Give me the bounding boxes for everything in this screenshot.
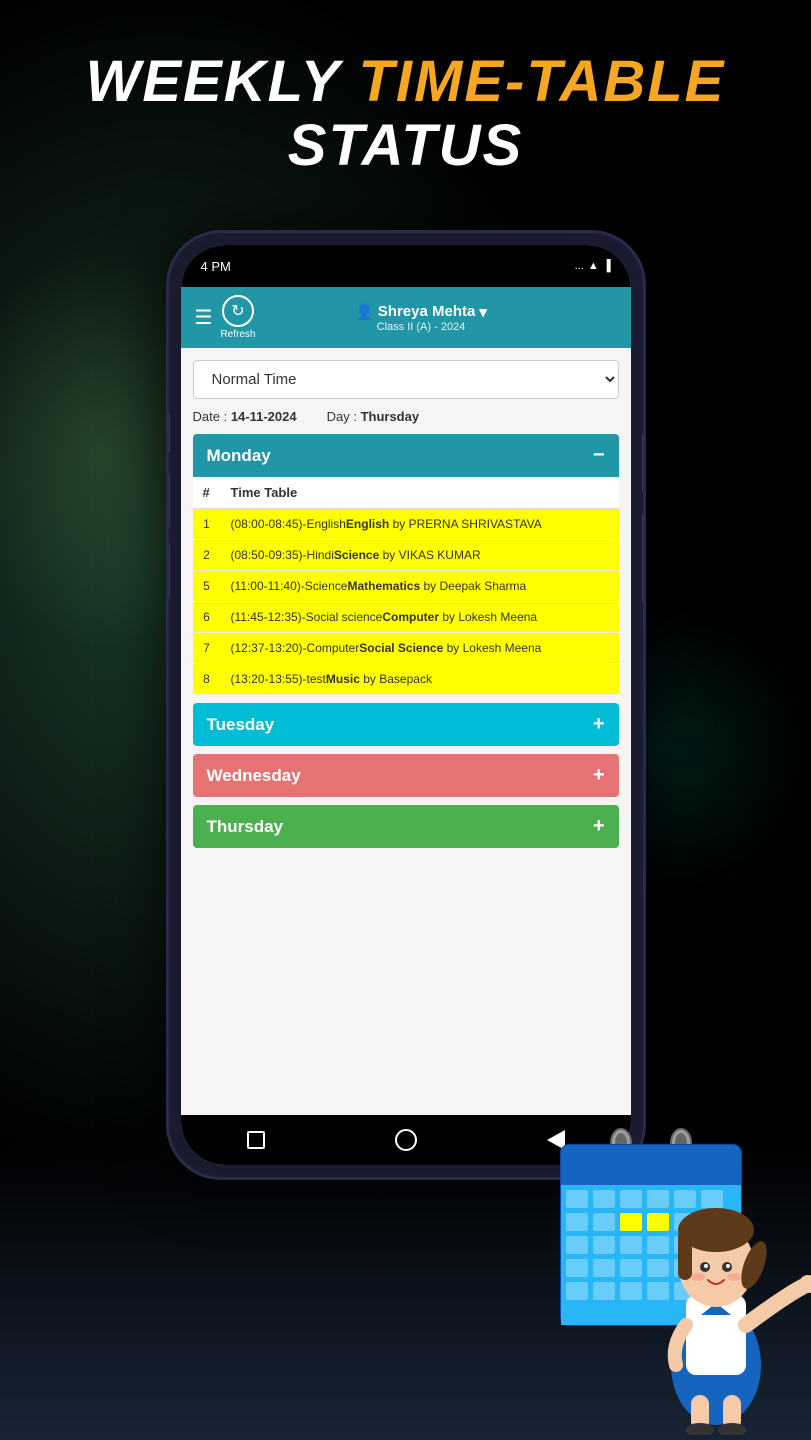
table-row: 1 (08:00-08:45)-EnglishEnglish by PRERNA…	[193, 509, 619, 540]
date-label: Date :	[193, 409, 228, 424]
row-num: 7	[193, 633, 221, 664]
user-name: 👤 Shreya Mehta ▾	[355, 303, 487, 321]
phone-btn-power	[642, 433, 646, 493]
notch	[346, 245, 466, 273]
thursday-header[interactable]: Thursday +	[193, 805, 619, 848]
table-row: 6 (11:45-12:35)-Social scienceComputer b…	[193, 602, 619, 633]
table-row: 8 (13:20-13:55)-testMusic by Basepack	[193, 664, 619, 695]
row-content: (12:37-13:20)-ComputerSocial Science by …	[221, 633, 619, 664]
nav-square-button[interactable]	[242, 1126, 270, 1154]
hamburger-icon[interactable]: ☰	[195, 305, 213, 330]
page-title: WEEKLY TIME-TABLE STATUS	[0, 50, 811, 178]
monday-label: Monday	[207, 446, 271, 466]
day-section-thursday: Thursday +	[193, 805, 619, 848]
girl-svg	[611, 1035, 811, 1435]
row-num: 1	[193, 509, 221, 540]
app-content: Normal Time Extended Time Short Day Date…	[181, 348, 631, 1120]
dropdown-arrow[interactable]: ▾	[479, 303, 487, 321]
day-section-wednesday: Wednesday +	[193, 754, 619, 797]
row-content: (08:50-09:35)-HindiScience by VIKAS KUMA…	[221, 540, 619, 571]
wifi-icon: ▲	[588, 260, 599, 272]
tuesday-header[interactable]: Tuesday +	[193, 703, 619, 746]
wednesday-label: Wednesday	[207, 766, 301, 786]
row-content: (11:45-12:35)-Social scienceComputer by …	[221, 602, 619, 633]
refresh-button[interactable]: ↻ Refresh	[220, 295, 255, 340]
header-left: ☰ ↻ Refresh	[195, 295, 256, 340]
status-time: 4 PM	[201, 259, 231, 274]
monday-toggle[interactable]: −	[593, 444, 605, 467]
table-row: 7 (12:37-13:20)-ComputerSocial Science b…	[193, 633, 619, 664]
date-value: 14-11-2024	[231, 409, 297, 424]
day-label: Day :	[327, 409, 357, 424]
signal-icon: ...	[575, 260, 584, 272]
row-content: (08:00-08:45)-EnglishEnglish by PRERNA S…	[221, 509, 619, 540]
col-timetable-header: Time Table	[221, 477, 619, 509]
app-header: ☰ ↻ Refresh 👤 Shreya Mehta ▾ Class II (A…	[181, 287, 631, 348]
user-class: Class II (A) - 2024	[377, 321, 466, 333]
day-value: Thursday	[361, 409, 420, 424]
refresh-icon: ↻	[222, 295, 254, 327]
status-icons: ... ▲ ▐	[575, 260, 611, 272]
thursday-toggle[interactable]: +	[593, 815, 605, 838]
row-num: 5	[193, 571, 221, 602]
refresh-label: Refresh	[220, 329, 255, 340]
day-section-tuesday: Tuesday +	[193, 703, 619, 746]
user-icon: 👤	[355, 303, 374, 321]
table-row: 5 (11:00-11:40)-ScienceMathematics by De…	[193, 571, 619, 602]
battery-icon: ▐	[603, 260, 611, 272]
time-type-select[interactable]: Normal Time Extended Time Short Day	[193, 360, 619, 399]
dropdown-row: Normal Time Extended Time Short Day	[193, 360, 619, 399]
row-content: (11:00-11:40)-ScienceMathematics by Deep…	[221, 571, 619, 602]
phone-btn-left3	[166, 543, 170, 598]
nav-circle-icon	[395, 1129, 417, 1151]
phone-btn-vol-up	[166, 413, 170, 453]
girl-character	[611, 1035, 811, 1440]
thursday-label: Thursday	[207, 817, 284, 837]
nav-home-button[interactable]	[392, 1126, 420, 1154]
monday-header[interactable]: Monday −	[193, 434, 619, 477]
phone-container: 4 PM ... ▲ ▐ ☰ ↻ Refresh	[166, 230, 646, 1180]
title-status: STATUS	[0, 114, 811, 178]
wednesday-header[interactable]: Wednesday +	[193, 754, 619, 797]
row-content: (13:20-13:55)-testMusic by Basepack	[221, 664, 619, 695]
dropdown-wrapper: Normal Time Extended Time Short Day	[193, 360, 619, 399]
status-bar: 4 PM ... ▲ ▐	[181, 245, 631, 287]
title-weekly: WEEKLY	[86, 49, 341, 114]
header-center: 👤 Shreya Mehta ▾ Class II (A) - 2024	[355, 303, 487, 333]
row-num: 6	[193, 602, 221, 633]
row-num: 2	[193, 540, 221, 571]
tuesday-toggle[interactable]: +	[593, 713, 605, 736]
table-row: 2 (08:50-09:35)-HindiScience by VIKAS KU…	[193, 540, 619, 571]
col-num-header: #	[193, 477, 221, 509]
date-row: Date : 14-11-2024 Day : Thursday	[193, 409, 619, 424]
row-num: 8	[193, 664, 221, 695]
phone-btn-right2	[642, 513, 646, 603]
phone-btn-vol-down	[166, 473, 170, 528]
title-timetable: TIME-TABLE	[359, 49, 726, 114]
nav-square-icon	[247, 1131, 265, 1149]
day-section-monday: Monday − # Time Table 1	[193, 434, 619, 695]
wednesday-toggle[interactable]: +	[593, 764, 605, 787]
phone-screen: 4 PM ... ▲ ▐ ☰ ↻ Refresh	[181, 245, 631, 1165]
phone-outer: 4 PM ... ▲ ▐ ☰ ↻ Refresh	[166, 230, 646, 1180]
tuesday-label: Tuesday	[207, 715, 275, 735]
monday-timetable: # Time Table 1 (08:00-08:45)-EnglishEngl…	[193, 477, 619, 695]
